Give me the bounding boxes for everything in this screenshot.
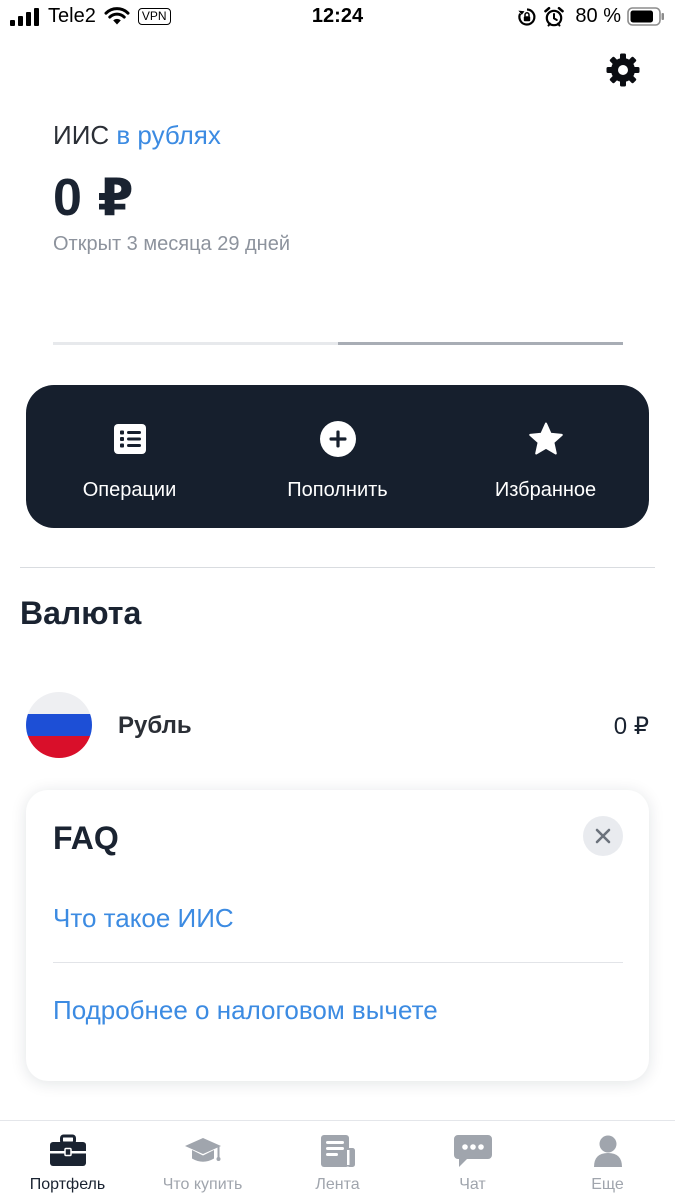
account-title: ИИС в рублях	[53, 120, 221, 151]
section-divider	[20, 567, 655, 568]
account-opened-duration: Открыт 3 месяца 29 дней	[53, 233, 291, 255]
currency-name: Рубль	[118, 712, 192, 739]
currency-section-title: Валюта	[20, 595, 142, 631]
tab-portfolio[interactable]: Портфель	[0, 1121, 135, 1200]
status-right: 80 %	[517, 5, 665, 28]
faq-card: FAQ Что такое ИИС Подробнее о налоговом …	[26, 790, 649, 1081]
graduation-cap-icon	[183, 1133, 223, 1169]
favorites-button[interactable]: Избранное	[442, 385, 649, 528]
top-up-label: Пополнить	[287, 479, 388, 501]
currency-amount: 0 ₽	[613, 713, 649, 740]
rotation-lock-icon	[518, 7, 536, 26]
tab-more[interactable]: Еще	[540, 1121, 675, 1200]
status-left: Tele2 VPN	[10, 5, 171, 28]
actions-panel: Операции Пополнить Избранное	[26, 385, 649, 528]
tab-what-to-buy[interactable]: Что купить	[135, 1121, 270, 1200]
faq-title: FAQ	[53, 820, 119, 856]
currency-row-rub[interactable]: Рубль 0 ₽	[20, 690, 655, 762]
tab-portfolio-label: Портфель	[29, 1176, 106, 1193]
faq-link-what-is-iis[interactable]: Что такое ИИС	[53, 903, 234, 934]
russia-flag-icon	[26, 692, 92, 758]
plus-circle-icon	[319, 421, 356, 457]
faq-close-button[interactable]	[583, 816, 623, 856]
account-name: ИИС	[53, 120, 110, 150]
tab-feed[interactable]: Лента	[270, 1121, 405, 1200]
page-indicator-active	[338, 342, 623, 345]
wifi-icon	[104, 7, 130, 25]
account-balance: 0 ₽	[53, 169, 135, 227]
operations-label: Операции	[82, 479, 177, 501]
top-up-button[interactable]: Пополнить	[233, 385, 442, 528]
tab-bar: Портфель Что купить Лента Чат Еще	[0, 1120, 675, 1200]
faq-divider	[53, 962, 623, 963]
page-indicator	[53, 342, 623, 345]
chat-bubble-icon	[453, 1133, 493, 1169]
star-icon	[528, 421, 564, 457]
gear-icon	[606, 53, 640, 87]
tab-feed-label: Лента	[315, 1176, 360, 1193]
signal-icon	[10, 7, 39, 26]
newspaper-icon	[319, 1133, 357, 1169]
alarm-icon	[544, 6, 565, 26]
status-bar: Tele2 VPN 12:24 80 %	[0, 0, 675, 34]
vpn-badge: VPN	[137, 8, 171, 25]
tab-more-label: Еще	[591, 1176, 624, 1193]
battery-icon	[627, 7, 664, 26]
list-icon	[112, 421, 148, 457]
user-icon	[592, 1133, 624, 1169]
tab-chat-label: Чат	[459, 1176, 486, 1193]
settings-button[interactable]	[603, 50, 643, 90]
battery-percent: 80 %	[575, 5, 621, 27]
faq-link-tax-deduction[interactable]: Подробнее о налоговом вычете	[53, 995, 438, 1026]
account-currency-link[interactable]: в рублях	[116, 120, 220, 150]
carrier-name: Tele2	[48, 5, 96, 27]
operations-button[interactable]: Операции	[26, 385, 233, 528]
tab-what-to-buy-label: Что купить	[162, 1176, 243, 1193]
tab-chat[interactable]: Чат	[405, 1121, 540, 1200]
briefcase-icon	[49, 1133, 87, 1169]
close-icon	[595, 828, 611, 844]
favorites-label: Избранное	[494, 479, 597, 501]
app-screen: Tele2 VPN 12:24 80 % ИИС в рублях 0 ₽ От…	[0, 0, 675, 1200]
